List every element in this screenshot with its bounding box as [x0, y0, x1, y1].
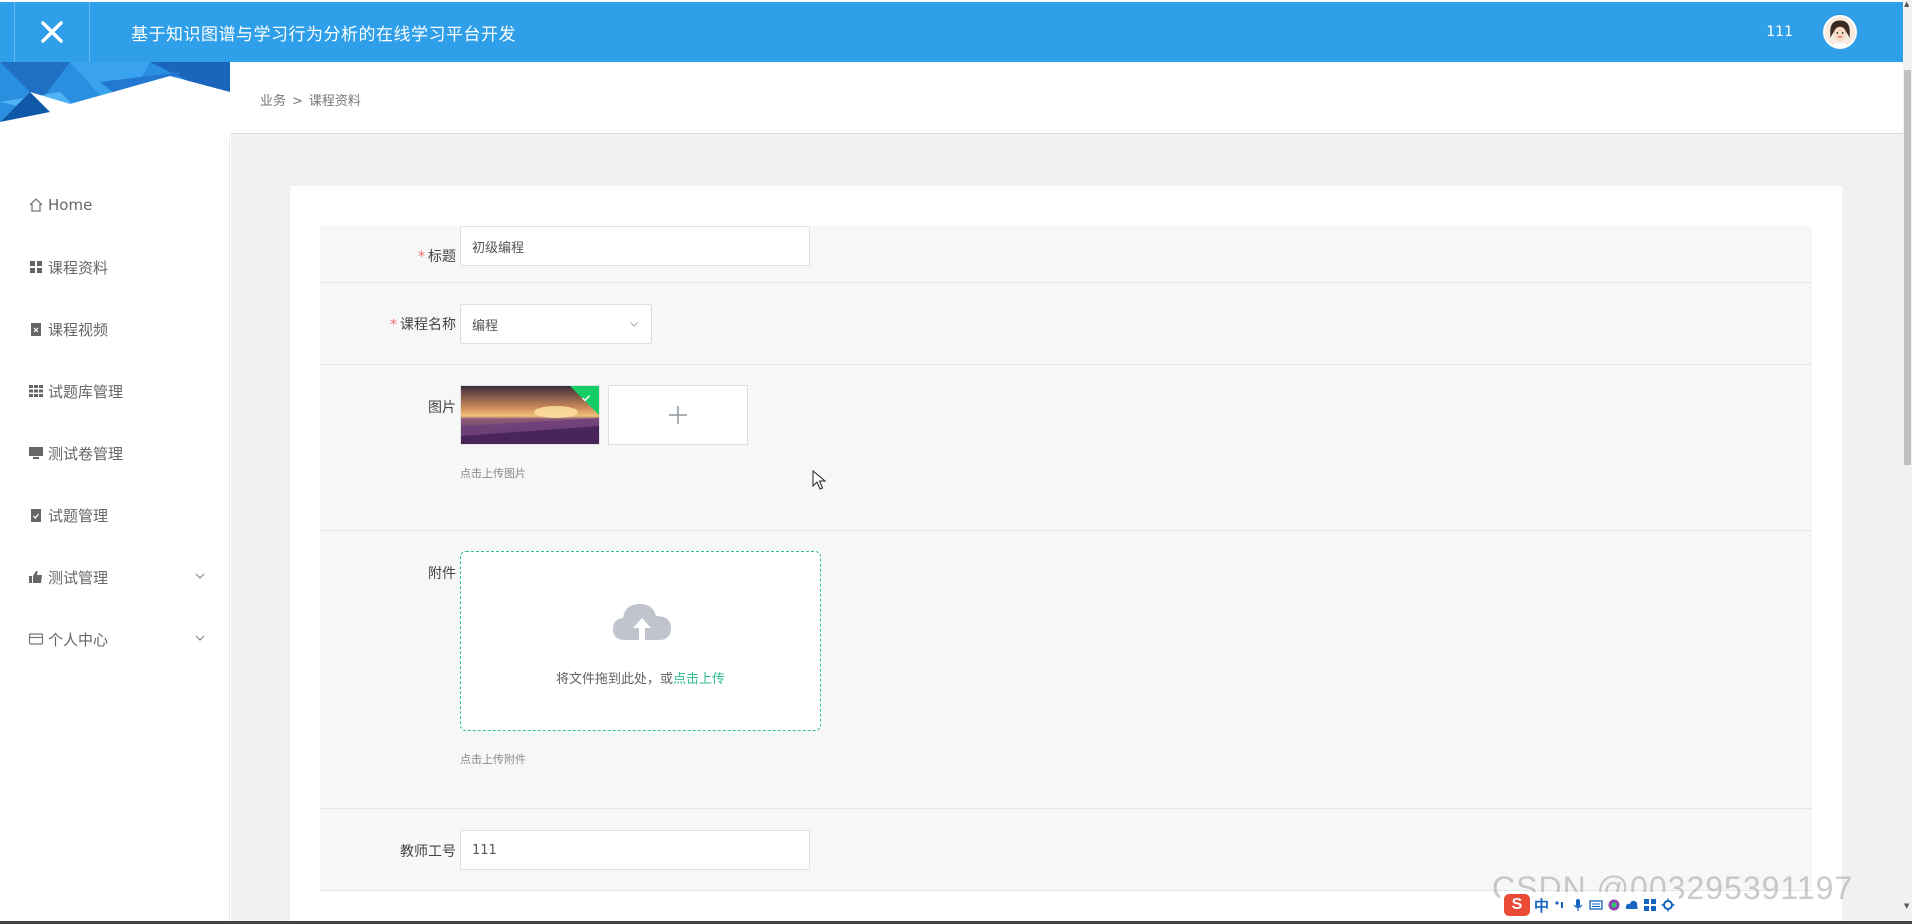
form-row-attachment: 附件 将文件拖到此处，或点击上传 点击上传附件 [320, 531, 1812, 809]
sidebar-item-label: 测试卷管理 [48, 444, 124, 463]
top-header: 基于知识图谱与学习行为分析的在线学习平台开发 111 [0, 2, 1903, 62]
avatar-face-icon [1825, 17, 1855, 47]
image-upload-button[interactable] [608, 385, 748, 445]
course-name-label: * 课程名称 [390, 317, 456, 333]
form-row-image: 图片 点击上传图片 [320, 365, 1812, 531]
sidebar-item-label: 测试管理 [48, 568, 109, 587]
sidebar-item-personal-center[interactable]: 个人中心 [0, 608, 230, 670]
dropzone-text: 将文件拖到此处，或点击上传 [555, 672, 726, 687]
ime-mode-label[interactable]: 中 [1534, 895, 1549, 916]
clipboard-x-icon [31, 323, 41, 336]
app-title: 基于知识图谱与学习行为分析的在线学习平台开发 [131, 25, 516, 45]
close-button[interactable] [14, 2, 90, 62]
sidebar-item-test-management[interactable]: 测试管理 [0, 546, 230, 608]
title-label: * 标题 [418, 249, 456, 265]
sidebar-item-course-materials[interactable]: 课程资料 [0, 236, 230, 298]
page-scrollbar[interactable]: ▲ ▼ [1903, 0, 1912, 924]
avatar[interactable] [1823, 15, 1857, 49]
teacher-id-input[interactable]: 111 [460, 830, 810, 870]
home-icon [29, 198, 43, 212]
chevron-down-icon [195, 573, 205, 579]
course-name-select[interactable]: 编程 [460, 304, 652, 344]
sidebar-item-course-videos[interactable]: 课程视频 [0, 298, 230, 360]
username[interactable]: 111 [1766, 24, 1793, 40]
grid-icon [30, 261, 42, 273]
cloud-icon[interactable] [1625, 898, 1639, 912]
uploaded-image-thumbnail[interactable] [460, 385, 600, 445]
required-mark: * [418, 249, 425, 265]
skin-icon[interactable] [1607, 898, 1621, 912]
image-upload-hint: 点击上传图片 [460, 467, 526, 480]
chevron-down-icon [630, 322, 638, 327]
attachment-upload-hint: 点击上传附件 [460, 753, 526, 766]
thumb-icon [29, 571, 42, 583]
monitor-icon [29, 447, 43, 459]
scroll-down-arrow-icon[interactable]: ▼ [1904, 902, 1909, 910]
sidebar-item-questions[interactable]: 试题管理 [0, 484, 230, 546]
grid-nine-icon [29, 385, 43, 397]
settings-icon[interactable] [1661, 898, 1675, 912]
main-content: 业务 > 课程资料 * 标题 初级编程 * 课程名称 编程 图片 点击上传图片 … [231, 62, 1903, 924]
mouse-cursor-icon [812, 470, 826, 490]
ime-toolbar[interactable]: S 中 [1500, 892, 1680, 918]
check-icon [582, 395, 591, 402]
sidebar-item-label: 试题管理 [48, 506, 109, 525]
sidebar-item-label: Home [48, 196, 93, 214]
microphone-icon[interactable] [1571, 898, 1585, 912]
sidebar-item-question-bank[interactable]: 试题库管理 [0, 360, 230, 422]
scroll-up-arrow-icon[interactable]: ▲ [1904, 0, 1909, 8]
form-row-course-name: * 课程名称 编程 [320, 283, 1812, 365]
sidebar-item-home[interactable]: Home [0, 174, 230, 236]
chevron-down-icon [195, 635, 205, 641]
attachment-label: 附件 [428, 566, 456, 582]
sogou-logo-icon: S [1504, 894, 1530, 916]
apps-grid-icon[interactable] [1643, 898, 1657, 912]
punctuation-icon[interactable] [1553, 898, 1567, 912]
image-label: 图片 [428, 400, 456, 416]
sidebar: Home 课程资料 课程视频 试题库管理 测试卷管理 试题管理 测试管理 个人中… [0, 62, 230, 924]
breadcrumb: 业务 > 课程资料 [260, 90, 361, 109]
sidebar-item-label: 个人中心 [48, 630, 109, 649]
sidebar-item-label: 试题库管理 [48, 382, 124, 401]
breadcrumb-bar: 业务 > 课程资料 [231, 62, 1903, 134]
sidebar-item-label: 课程资料 [48, 258, 109, 277]
clipboard-check-icon [31, 509, 41, 522]
teacher-id-label: 教师工号 [400, 844, 456, 860]
form-row-title: * 标题 初级编程 [320, 226, 1812, 283]
keyboard-icon[interactable] [1589, 898, 1603, 912]
sidebar-item-test-papers[interactable]: 测试卷管理 [0, 422, 230, 484]
breadcrumb-root[interactable]: 业务 [260, 94, 286, 109]
sidebar-menu: Home 课程资料 课程视频 试题库管理 测试卷管理 试题管理 测试管理 个人中… [0, 174, 230, 670]
plus-icon [669, 406, 687, 424]
breadcrumb-separator: > [292, 94, 303, 109]
sidebar-banner [0, 62, 230, 138]
breadcrumb-current: 课程资料 [308, 94, 361, 109]
scrollbar-thumb[interactable] [1904, 70, 1911, 465]
upload-cloud-icon [613, 604, 671, 640]
attachment-dropzone[interactable]: 将文件拖到此处，或点击上传 [460, 551, 821, 731]
close-icon [41, 21, 63, 43]
wallet-icon [28, 633, 44, 645]
required-mark: * [390, 317, 397, 333]
form-card: * 标题 初级编程 * 课程名称 编程 图片 点击上传图片 附件 将文件拖到此处… [290, 186, 1842, 924]
dropzone-upload-link[interactable]: 点击上传 [673, 672, 725, 687]
title-input[interactable]: 初级编程 [460, 226, 810, 266]
sidebar-item-label: 课程视频 [48, 320, 109, 339]
